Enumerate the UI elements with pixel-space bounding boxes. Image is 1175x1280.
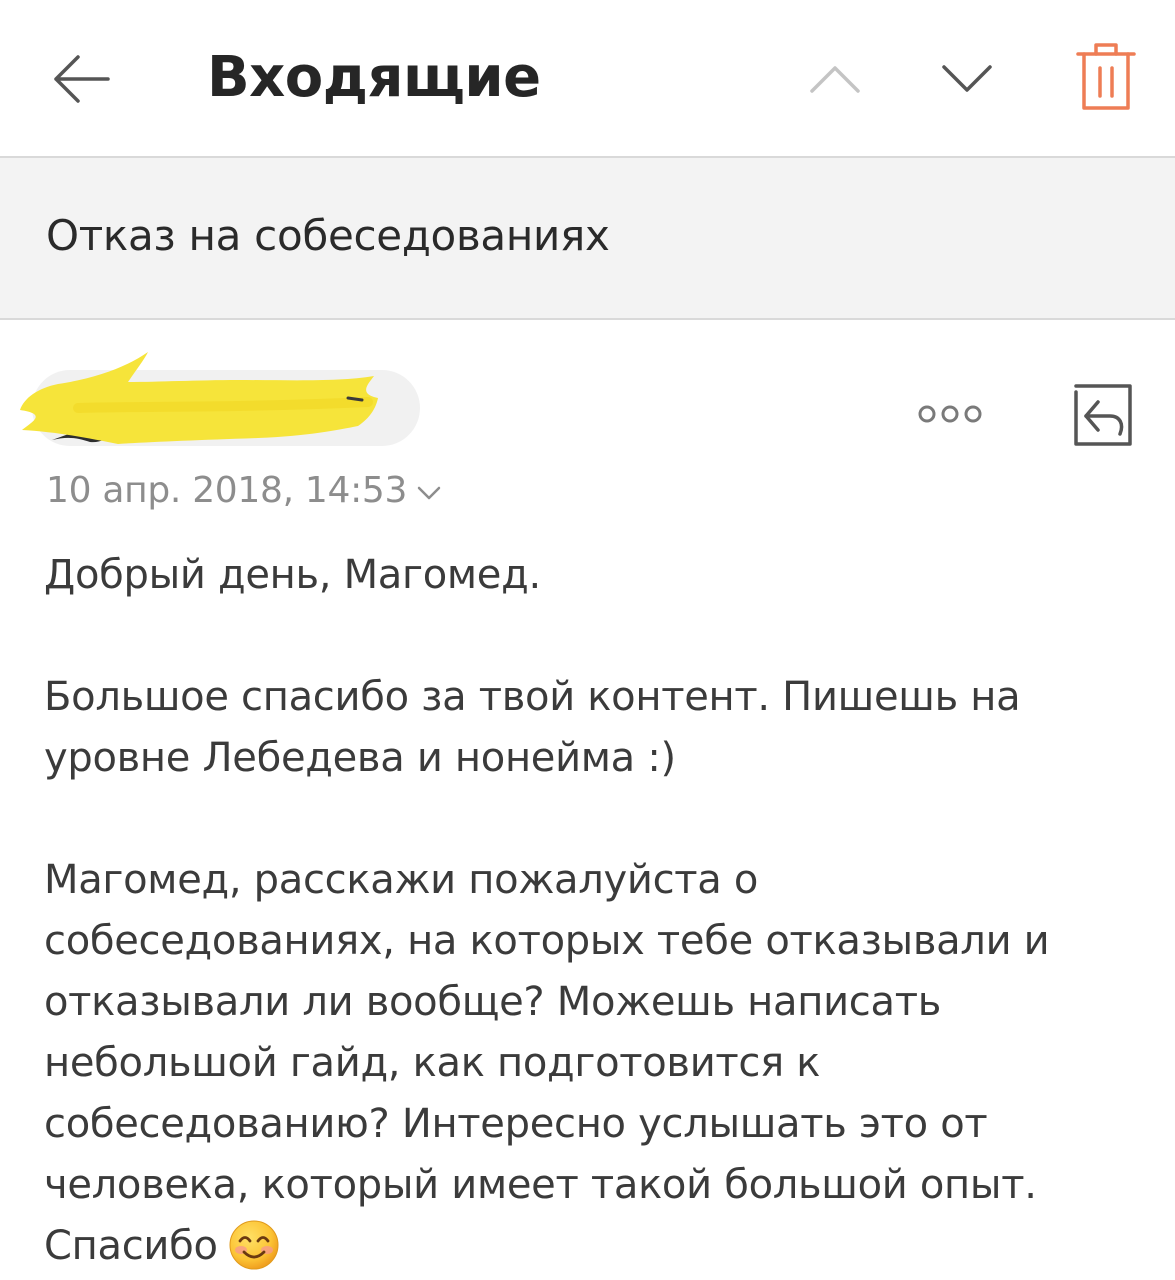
body-question-text: Магомед, расскажи пожалуйста о собеседов…	[44, 857, 1050, 1269]
smiling-face-emoji	[229, 1220, 279, 1270]
chevron-down-icon	[417, 485, 441, 501]
page-title: Входящие	[207, 45, 541, 110]
redaction-highlight	[20, 352, 378, 444]
message-date-toggle[interactable]: 10 апр. 2018, 14:53	[46, 462, 441, 518]
subject-bar: Отказ на собеседованиях	[0, 158, 1175, 320]
next-message-button[interactable]	[932, 44, 1002, 114]
more-options-button[interactable]	[908, 392, 992, 436]
message-subject: Отказ на собеседованиях	[46, 211, 610, 260]
body-thanks: Большое спасибо за твой контент. Пишешь …	[44, 674, 1021, 781]
message-date: 10 апр. 2018, 14:53	[46, 469, 408, 511]
reply-button[interactable]	[1068, 380, 1138, 450]
top-app-bar: Входящие	[0, 0, 1175, 158]
body-greeting: Добрый день, Магомед.	[44, 552, 541, 598]
body-question: Магомед, расскажи пожалуйста о собеседов…	[44, 850, 1134, 1277]
delete-button[interactable]	[1068, 36, 1144, 116]
previous-message-button[interactable]	[800, 44, 870, 114]
arrow-left-icon	[54, 55, 110, 103]
sender-chip[interactable]	[18, 348, 420, 453]
trash-icon	[1076, 43, 1136, 110]
chevron-up-icon	[810, 66, 860, 93]
back-button[interactable]	[46, 44, 116, 114]
more-dots-icon	[918, 405, 982, 423]
reply-icon	[1074, 384, 1132, 446]
chevron-down-icon	[942, 65, 992, 92]
message-body: Добрый день, Магомед. Большое спасибо за…	[44, 545, 1134, 1277]
